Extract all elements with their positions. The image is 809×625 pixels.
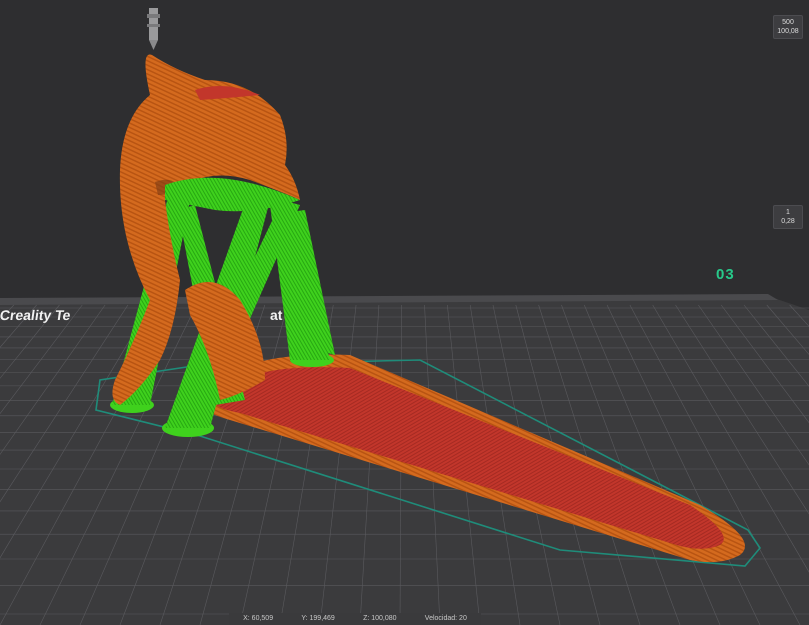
y-coordinate: Y: 199,469 xyxy=(301,615,335,622)
speed-readout: Velocidad: 20 xyxy=(424,615,467,622)
z-coordinate: Z: 100,080 xyxy=(363,615,397,622)
plate-brand-text: Creality Te xyxy=(0,307,72,323)
layer-slider-top-handle[interactable]: 500 100,08 xyxy=(773,15,803,39)
position-status-bar: X: 60,509 Y: 199,469 Z: 100,080 Velocida… xyxy=(229,613,481,625)
plate-number: 03 xyxy=(716,266,735,283)
gcode-preview-viewport[interactable]: Creality Te at 03 500 100,08 1 0,28 X: 6… xyxy=(0,0,809,625)
x-coordinate: X: 60,509 xyxy=(243,615,274,622)
top-layer-number: 500 xyxy=(782,19,794,26)
plate-brand-text-tail: at xyxy=(270,307,283,323)
top-layer-height: 100,08 xyxy=(777,28,799,35)
bottom-layer-number: 1 xyxy=(786,209,790,216)
print-preview-scene[interactable] xyxy=(0,0,809,625)
bottom-layer-height: 0,28 xyxy=(781,218,795,225)
nozzle-icon xyxy=(147,8,160,50)
layer-slider-bottom-handle[interactable]: 1 0,28 xyxy=(773,205,803,229)
